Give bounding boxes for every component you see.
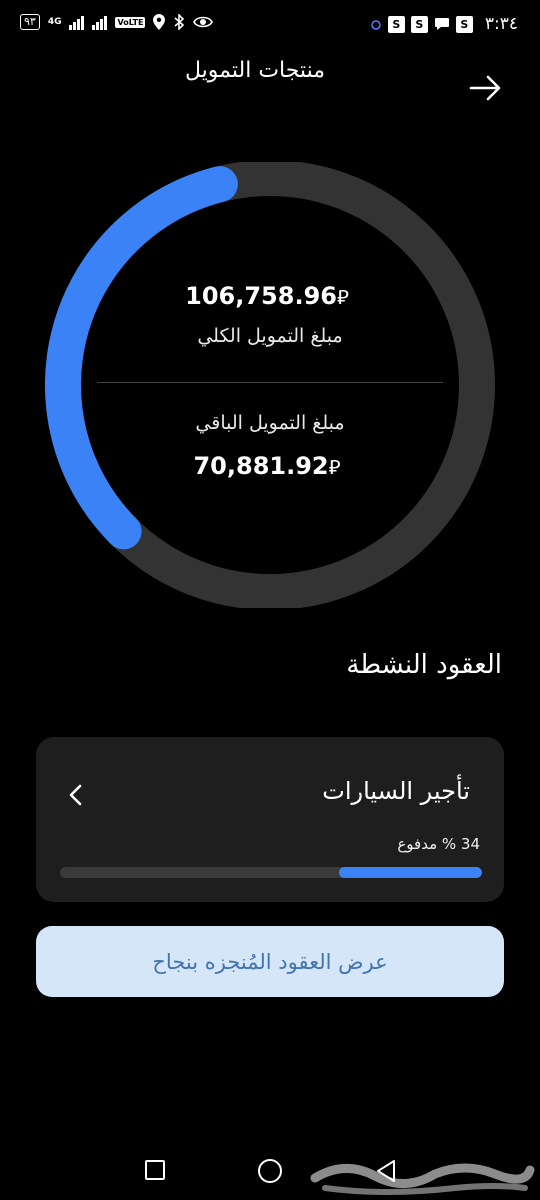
status-right: S S S ٣:٣٤ [370,14,518,34]
status-left: ٩٣ 4G VoLTE [20,14,214,30]
eye-icon [193,16,214,28]
completed-contracts-button[interactable]: عرض العقود المُنجزه بنجاح [36,926,504,997]
section-title: العقود النشطة [346,650,502,680]
haraj-watermark-logo [310,1163,535,1195]
signal-icon-2 [92,14,108,30]
app-notification-icon: S [455,15,473,33]
progress-fill [338,867,482,878]
paid-percentage: 34 % مدفوع [397,835,480,853]
signal-icon [69,14,85,30]
status-bar: ٩٣ 4G VoLTE S S S ٣:٣٤ [0,0,540,52]
clock: ٣:٣٤ [484,14,518,34]
divider [97,382,443,383]
location-icon [153,14,166,30]
contract-card[interactable]: تأجير السيارات 34 % مدفوع [36,737,504,902]
total-amount: 106,758.96⃁ [45,282,495,310]
battery-icon: ٩٣ [20,14,40,30]
total-amount-label: مبلغ التمويل الكلي [197,325,343,347]
remaining-amount-label: مبلغ التمويل الباقي [195,412,345,434]
recents-icon[interactable] [145,1160,165,1180]
volte-badge: VoLTE [115,16,146,28]
currency-symbol: ⃁ [328,455,341,479]
remaining-amount: 70,881.92⃁ [45,452,495,480]
total-amount-value: 106,758.96 [185,282,337,310]
app-notification-icon: S [410,15,428,33]
network-label: 4G [47,17,62,27]
contract-name: تأجير السيارات [322,777,470,805]
arrow-right-icon[interactable] [468,74,504,102]
remaining-amount-value: 70,881.92 [193,452,329,480]
ring-chart [44,160,495,610]
currency-symbol: ⃁ [336,285,349,309]
notification-icon [371,20,381,30]
financing-ring: 106,758.96⃁ مبلغ التمويل الكلي مبلغ التم… [44,160,495,610]
bluetooth-icon [174,14,185,30]
page-title: منتجات التمويل [185,58,325,83]
home-icon[interactable] [258,1159,282,1183]
chat-icon [434,18,449,30]
app-notification-icon: S [387,15,405,33]
progress-bar [60,867,482,878]
chevron-left-icon[interactable] [64,781,88,809]
